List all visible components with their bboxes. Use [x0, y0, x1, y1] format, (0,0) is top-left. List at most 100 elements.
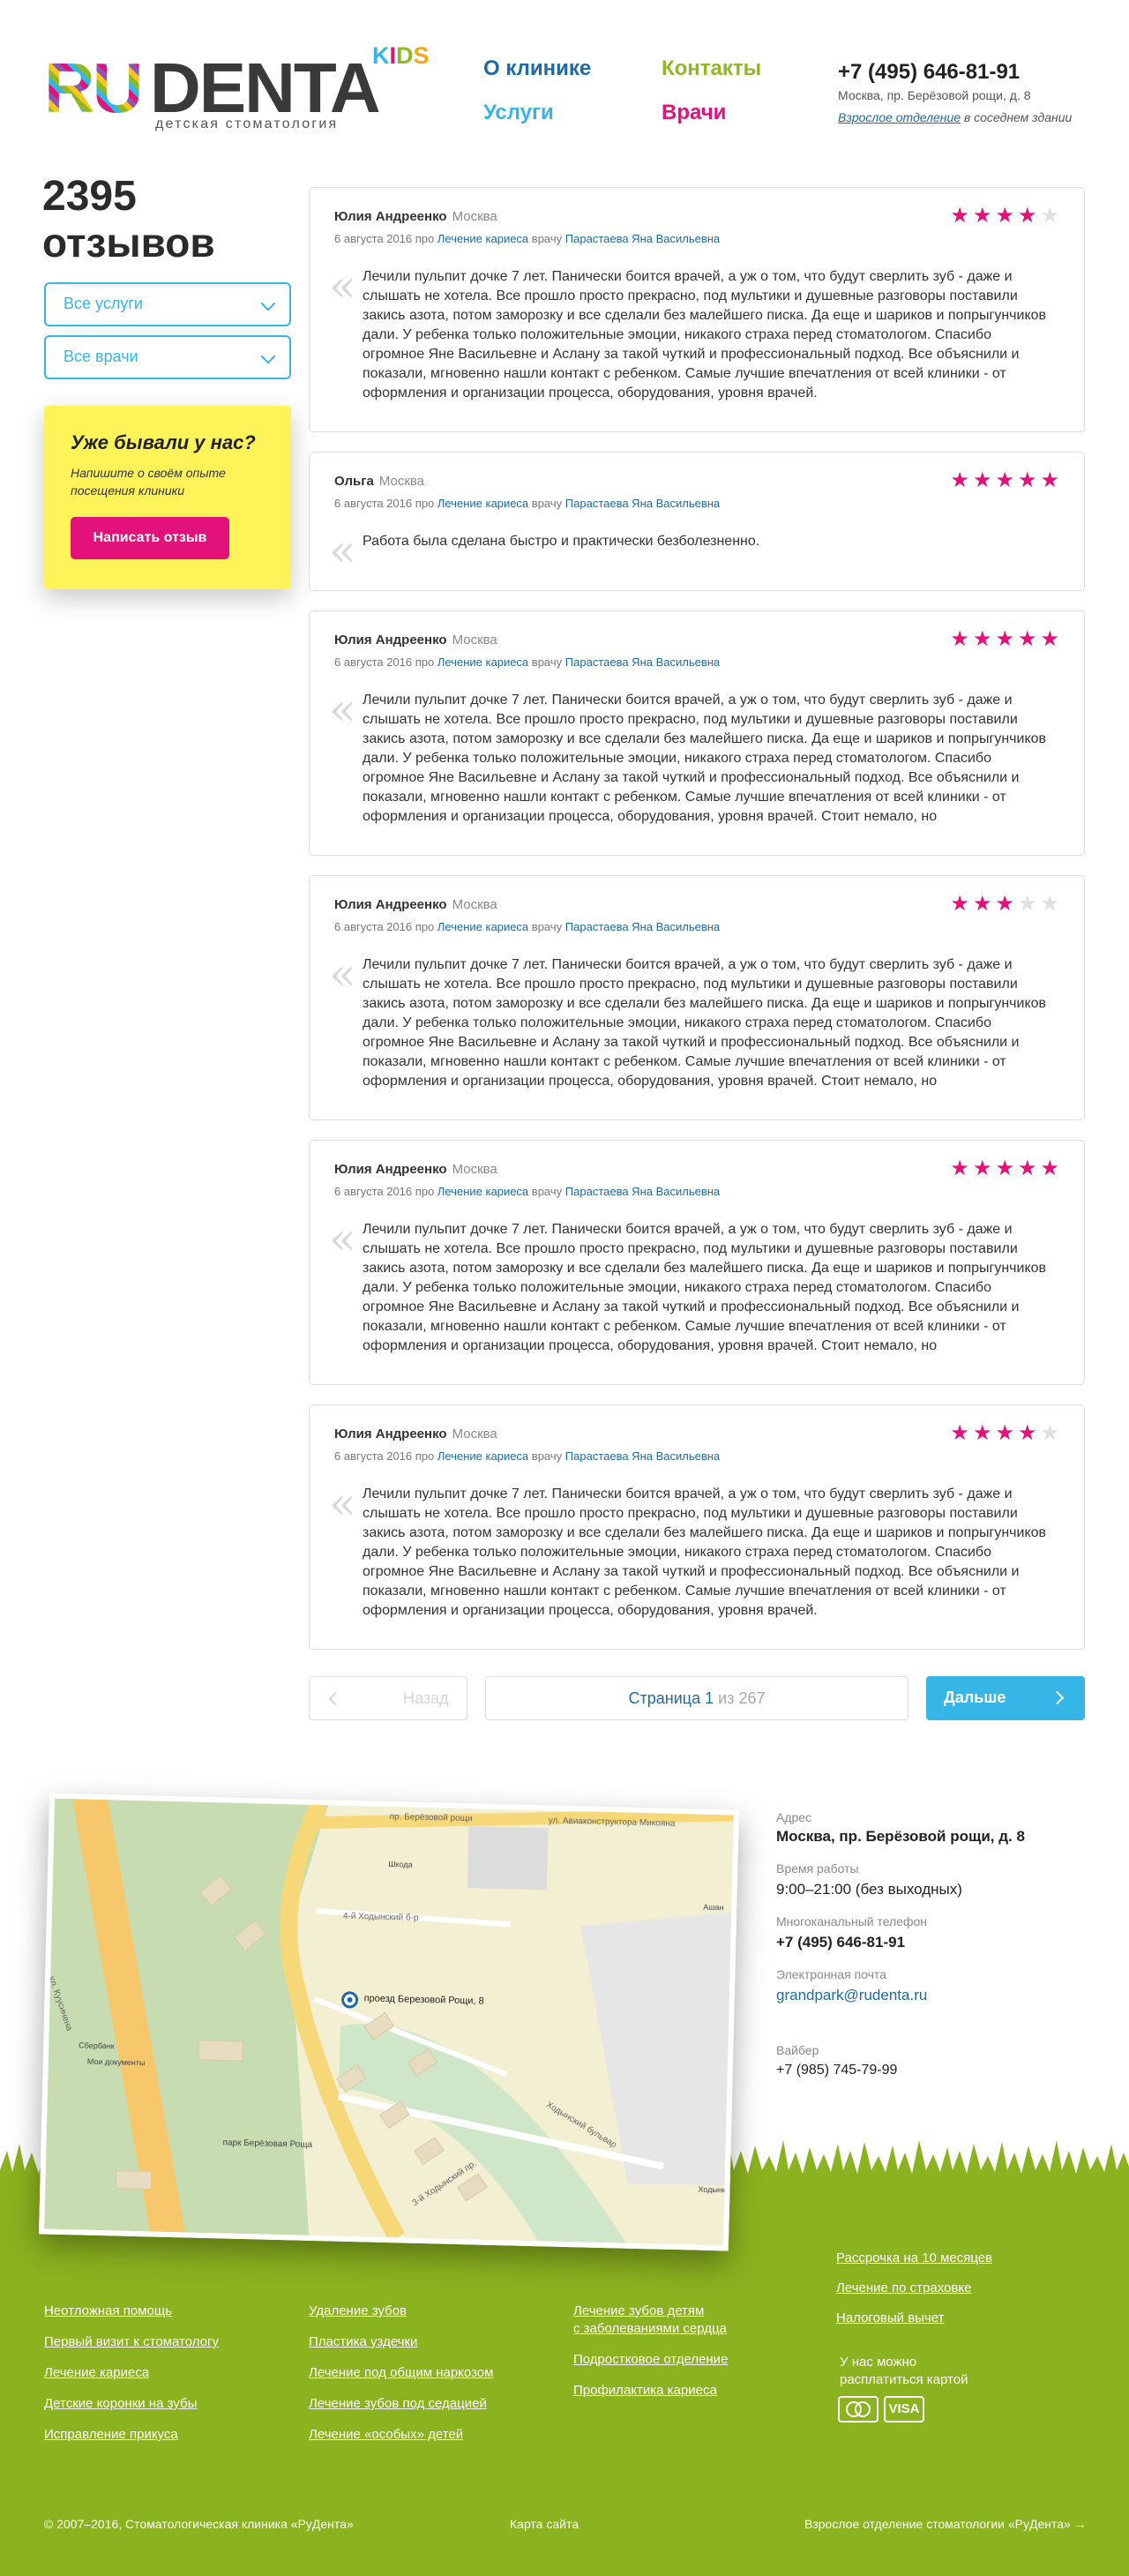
quote-icon: «: [329, 1478, 356, 1529]
star-icon: ★: [995, 892, 1014, 916]
promo-title: Уже бывали у нас?: [71, 431, 256, 453]
nav-doctors[interactable]: Врачи: [662, 101, 726, 125]
review-doctor-link[interactable]: Парастаева Яна Васильевна: [565, 1449, 720, 1463]
review-service-link[interactable]: Лечение кариеса: [437, 920, 528, 933]
review-card: Юлия Андреенко Москва 6 августа 2016 про Л…: [309, 187, 1085, 432]
write-review-promo: Уже бывали у нас? Напишите о своём опыте…: [44, 406, 291, 589]
footer-link[interactable]: Удаление зубов: [309, 2303, 407, 2320]
review-service-link[interactable]: Лечение кариеса: [437, 1449, 528, 1463]
review-card: Юлия Андреенко Москва 6 августа 2016 про Л…: [309, 610, 1085, 856]
footer-link[interactable]: Лечение зубов под седацией: [309, 2395, 487, 2413]
review-text: Лечили пульпит дочке 7 лет. Панически бо…: [363, 957, 1047, 1089]
address-label: Адрес: [776, 1810, 812, 1824]
review-doctor-link[interactable]: Парастаева Яна Васильевна: [565, 497, 720, 510]
review-text: Лечили пульпит дочке 7 лет. Панически бо…: [363, 269, 1047, 401]
phone-label: Многоканальный телефон: [776, 1914, 928, 1928]
services-filter-select[interactable]: Все услуги: [44, 282, 291, 326]
footer-link[interactable]: Профилактика кариеса: [573, 2382, 717, 2400]
star-icon: ★: [995, 468, 1014, 492]
star-icon: ★: [950, 1157, 969, 1180]
star-icon: ★: [972, 627, 992, 651]
review-city: Москва: [378, 474, 425, 489]
header-phone[interactable]: +7 (495) 646-81-91: [838, 60, 1020, 85]
footer-link[interactable]: Пластика уздечки: [309, 2333, 417, 2351]
doctors-filter-select[interactable]: Все врачи: [44, 335, 291, 379]
quote-icon: «: [329, 525, 356, 576]
star-icon: ★: [1017, 204, 1037, 228]
review-city: Москва: [452, 633, 497, 648]
review-meta: 6 августа 2016 про Лечение кариеса врачу…: [334, 232, 721, 245]
star-icon: ★: [995, 1157, 1014, 1180]
star-icon: ★: [1017, 468, 1037, 492]
review-doctor-link[interactable]: Парастаева Яна Васильевна: [565, 920, 720, 933]
footer-link[interactable]: с заболеваниями сердца: [573, 2320, 727, 2338]
review-service-link[interactable]: Лечение кариеса: [437, 1185, 528, 1198]
viber-label: Вайбер: [776, 2043, 819, 2057]
viber-value[interactable]: +7 (985) 745-79-99: [776, 2063, 897, 2078]
star-icon: ★: [1017, 892, 1037, 916]
write-review-button[interactable]: Написать отзыв: [71, 517, 229, 559]
review-author: Юлия Андреенко Москва: [334, 633, 497, 648]
location-map[interactable]: проезд Березовой Рощи, 8 парк Берёзовая …: [39, 1793, 739, 2251]
contact-phone[interactable]: +7 (495) 646-81-91: [776, 1934, 905, 1951]
review-doctor-link[interactable]: Парастаева Яна Васильевна: [565, 655, 720, 669]
star-icon: ★: [1040, 1157, 1059, 1180]
footer-link[interactable]: Первый визит к стоматологу: [44, 2333, 219, 2351]
footer-link[interactable]: Налоговый вычет: [836, 2310, 945, 2327]
review-card: Юлия Андреенко Москва 6 августа 2016 про Л…: [309, 875, 1085, 1120]
visa-icon: VISA: [884, 2396, 924, 2422]
chevron-right-icon: [1050, 1690, 1065, 1705]
footer-link[interactable]: Лечение зубов детям: [573, 2303, 704, 2320]
next-page-button[interactable]: Дальше: [926, 1676, 1085, 1720]
footer-link[interactable]: Подростковое отделение: [573, 2351, 728, 2369]
map-poi-label: Шкода: [388, 1859, 413, 1869]
review-rating: ★ ★ ★ ★ ★: [950, 629, 1059, 650]
review-doctor-link[interactable]: Парастаева Яна Васильевна: [565, 232, 720, 245]
quote-icon: «: [329, 948, 356, 1000]
star-icon: ★: [972, 204, 992, 228]
sitemap-link[interactable]: Карта сайта: [510, 2517, 579, 2531]
nav-about[interactable]: О клинике: [483, 56, 591, 81]
chevron-down-icon: [260, 348, 276, 364]
review-text: Лечили пульпит дочке 7 лет. Панически бо…: [363, 1486, 1047, 1618]
footer-link[interactable]: Лечение «особых» детей: [309, 2426, 463, 2444]
star-icon: ★: [1017, 1421, 1037, 1445]
review-service-link[interactable]: Лечение кариеса: [437, 232, 528, 245]
review-rating: ★ ★ ★ ★ ★: [950, 206, 1059, 227]
footer-link[interactable]: Рассрочка на 10 месяцев: [836, 2250, 992, 2267]
review-service-link[interactable]: Лечение кариеса: [437, 497, 528, 510]
footer-link[interactable]: Неотложная помощь: [44, 2303, 172, 2320]
address-value: Москва, пр. Берёзовой рощи, д. 8: [776, 1828, 1025, 1845]
review-city: Москва: [452, 897, 497, 912]
map-poi-label: Сбербанк: [79, 2041, 115, 2051]
review-author: Юлия Андреенко Москва: [334, 1162, 497, 1177]
map-poi-label: Ходынка: [698, 2184, 731, 2195]
review-meta: 6 августа 2016 про Лечение кариеса врачу…: [334, 497, 721, 510]
nav-services[interactable]: Услуги: [483, 101, 554, 125]
review-rating: ★ ★ ★ ★ ★: [950, 470, 1059, 491]
review-meta: 6 августа 2016 про Лечение кариеса врачу…: [334, 1449, 721, 1463]
adult-department-footer-link[interactable]: Взрослое отделение стоматологии «РуДента…: [804, 2517, 1087, 2531]
footer-link[interactable]: Исправление прикуса: [44, 2426, 178, 2444]
footer-link[interactable]: Лечение по страховке: [836, 2280, 971, 2297]
card-payment-note: У нас можно расплатиться картой: [840, 2355, 968, 2387]
prev-page-button[interactable]: Назад: [309, 1676, 467, 1720]
reviews-count-label: отзывов: [42, 220, 215, 266]
footer-link[interactable]: Лечение кариеса: [44, 2364, 149, 2382]
map-poi-label: Мои документы: [86, 2056, 146, 2068]
review-city: Москва: [452, 1427, 497, 1442]
footer-link[interactable]: Лечение под общим наркозом: [309, 2364, 493, 2382]
review-card: Ольга Москва 6 августа 2016 про Лечение ка…: [309, 452, 1085, 591]
quote-icon: «: [329, 1213, 356, 1264]
logo-tagline: детская стоматология: [155, 116, 339, 131]
review-service-link[interactable]: Лечение кариеса: [437, 655, 528, 669]
star-icon: ★: [972, 892, 992, 916]
review-doctor-link[interactable]: Парастаева Яна Васильевна: [565, 1185, 720, 1198]
footer-link[interactable]: Детские коронки на зубы: [44, 2395, 197, 2413]
site-logo[interactable]: RU DENTA KIDS детская стоматология: [44, 42, 432, 134]
contact-email[interactable]: grandpark@rudenta.ru: [776, 1987, 927, 2004]
review-card: Юлия Андреенко Москва 6 августа 2016 про Л…: [309, 1140, 1085, 1385]
nav-contacts[interactable]: Контакты: [662, 56, 761, 81]
star-icon: ★: [1040, 1421, 1059, 1445]
adult-department-link[interactable]: Взрослое отделение: [838, 110, 961, 124]
